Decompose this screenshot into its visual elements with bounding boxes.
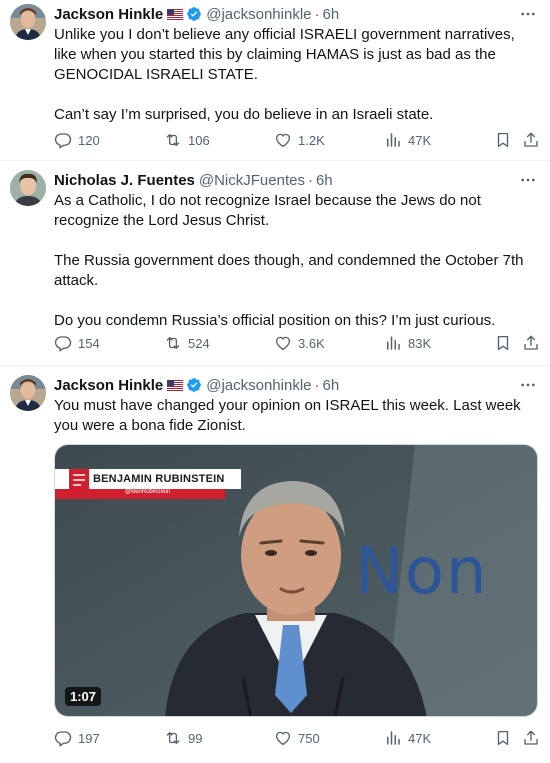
repost-button[interactable]: 524 xyxy=(164,333,210,353)
author-handle[interactable]: @jacksonhinkle xyxy=(206,6,311,23)
author-name[interactable]: Nicholas J. Fuentes xyxy=(54,172,195,189)
more-icon[interactable] xyxy=(516,4,540,24)
reply-count: 154 xyxy=(78,335,100,351)
reply-button[interactable]: 120 xyxy=(54,130,100,150)
like-icon xyxy=(275,731,291,746)
tweet-paragraph: Do you condemn Russia’s official positio… xyxy=(54,312,496,329)
views-button[interactable]: 83K xyxy=(384,333,431,353)
like-count: 750 xyxy=(298,730,320,746)
author-handle[interactable]: @jacksonhinkle xyxy=(206,377,311,394)
reply-icon xyxy=(54,336,72,352)
view-count: 83K xyxy=(408,335,432,351)
like-button[interactable]: 1.2K xyxy=(274,130,325,150)
video-duration: 1:07 xyxy=(65,687,102,706)
author-handle[interactable]: @NickJFuentes xyxy=(199,172,305,189)
like-button[interactable]: 3.6K xyxy=(274,333,325,353)
like-icon xyxy=(275,133,291,148)
views-button[interactable]: 47K xyxy=(384,130,431,150)
tweet-text: As a Catholic, I do not recognize Israel… xyxy=(54,191,538,331)
avatar[interactable] xyxy=(10,4,46,40)
author-name[interactable]: Jackson Hinkle xyxy=(54,6,163,23)
timestamp[interactable]: 6h xyxy=(323,377,340,394)
view-count: 47K xyxy=(408,730,432,746)
views-icon xyxy=(387,731,400,745)
tweet-1[interactable]: Jackson Hinkle @jacksonhinkle · 6h Unlik… xyxy=(0,0,550,160)
repost-button[interactable]: 99 xyxy=(164,728,202,748)
author-name[interactable]: Jackson Hinkle xyxy=(54,377,163,394)
repost-button[interactable]: 106 xyxy=(164,130,210,150)
avatar[interactable] xyxy=(10,170,46,206)
share-icon xyxy=(524,335,538,350)
bookmark-button[interactable] xyxy=(494,728,512,748)
tweet-paragraph: As a Catholic, I do not recognize Israel… xyxy=(54,192,481,229)
bookmark-button[interactable] xyxy=(494,333,512,353)
us-flag-icon xyxy=(167,379,184,391)
timestamp[interactable]: 6h xyxy=(323,6,340,23)
video-chyron-name: BENJAMIN RUBINSTEIN xyxy=(93,473,225,485)
reply-count: 120 xyxy=(78,132,100,148)
views-icon xyxy=(387,133,400,147)
views-button[interactable]: 47K xyxy=(384,728,431,748)
bookmark-icon xyxy=(497,132,509,148)
video-backdrop-text: Non xyxy=(355,535,489,609)
bookmark-button[interactable] xyxy=(494,130,512,150)
repost-icon xyxy=(166,134,180,146)
us-flag-icon xyxy=(167,8,184,20)
like-button[interactable]: 750 xyxy=(274,728,320,748)
repost-count: 524 xyxy=(188,335,210,351)
video-chyron-handle: @BenRubinstein xyxy=(125,489,171,495)
tweet-paragraph: The Russia government does though, and c… xyxy=(54,252,524,289)
view-count: 47K xyxy=(408,132,432,148)
share-icon xyxy=(524,730,538,745)
tweet-2[interactable]: Nicholas J. Fuentes @NickJFuentes · 6h A… xyxy=(0,160,550,365)
reply-count: 197 xyxy=(78,730,100,746)
tweet-paragraph: You must have changed your opinion on IS… xyxy=(54,397,521,434)
timestamp[interactable]: 6h xyxy=(316,172,333,189)
verified-badge-icon xyxy=(187,7,202,21)
action-bar: 120 106 1.2K 47K xyxy=(54,130,538,150)
avatar[interactable] xyxy=(10,375,46,411)
reply-icon xyxy=(54,731,72,747)
separator-dot: · xyxy=(307,171,313,189)
like-icon xyxy=(275,336,291,351)
bookmark-icon xyxy=(497,730,509,746)
action-bar: 154 524 3.6K 83K xyxy=(54,333,538,353)
reply-button[interactable]: 154 xyxy=(54,333,100,353)
more-icon[interactable] xyxy=(516,375,540,395)
verified-badge-icon xyxy=(187,378,202,392)
reply-button[interactable]: 197 xyxy=(54,728,100,748)
video-player[interactable]: BENJAMIN RUBINSTEIN @BenRubinstein Non 1… xyxy=(54,444,538,717)
tweet-paragraph: Unlike you I don’t believe any official … xyxy=(54,26,515,83)
share-button[interactable] xyxy=(522,130,540,150)
separator-dot: · xyxy=(314,376,320,394)
share-button[interactable] xyxy=(522,728,540,748)
views-icon xyxy=(387,336,400,350)
tweet-text: You must have changed your opinion on IS… xyxy=(54,396,538,436)
repost-count: 106 xyxy=(188,132,210,148)
share-button[interactable] xyxy=(522,333,540,353)
bookmark-icon xyxy=(497,335,509,351)
repost-count: 99 xyxy=(188,730,203,746)
more-icon[interactable] xyxy=(516,170,540,190)
action-bar: 197 99 750 47K xyxy=(54,728,538,748)
like-count: 3.6K xyxy=(298,335,325,351)
separator-dot: · xyxy=(314,5,320,23)
reply-icon xyxy=(54,133,72,149)
repost-icon xyxy=(166,732,180,744)
repost-icon xyxy=(166,337,180,349)
tweet-paragraph: Can’t say I’m surprised, you do believe … xyxy=(54,106,434,123)
share-icon xyxy=(524,132,538,147)
like-count: 1.2K xyxy=(298,132,325,148)
tweet-text: Unlike you I don’t believe any official … xyxy=(54,25,538,125)
